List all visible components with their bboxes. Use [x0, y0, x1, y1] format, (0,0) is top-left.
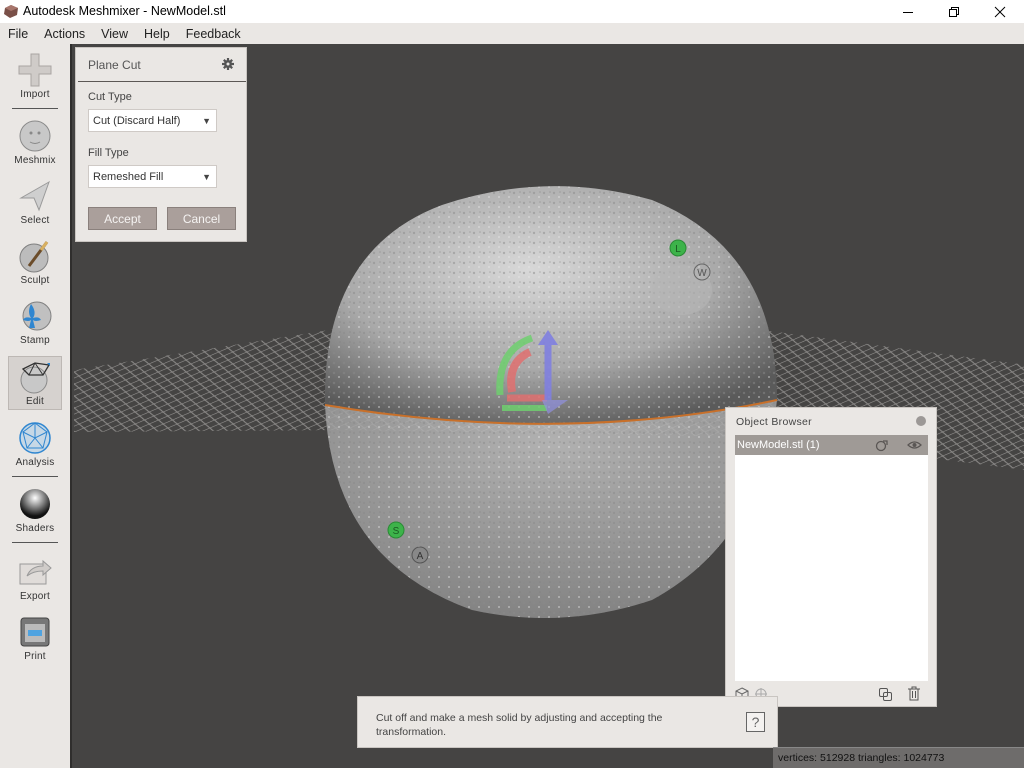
title-bar: Autodesk Meshmixer - NewModel.stl: [0, 0, 1024, 23]
fill-type-label: Fill Type: [88, 147, 129, 159]
svg-text:L: L: [675, 244, 681, 255]
brush-sphere-icon: [19, 241, 49, 273]
accept-button[interactable]: Accept: [88, 207, 157, 230]
menu-actions[interactable]: Actions: [44, 27, 85, 41]
gear-icon[interactable]: [221, 57, 235, 71]
separator: [12, 476, 58, 477]
close-icon[interactable]: [916, 416, 926, 426]
tool-import[interactable]: Import: [8, 50, 62, 104]
export-arrow-icon: [19, 559, 52, 585]
menu-feedback[interactable]: Feedback: [186, 27, 241, 41]
help-tooltip: Cut off and make a mesh solid by adjusti…: [357, 696, 778, 748]
fill-type-dropdown[interactable]: Remeshed Fill ▼: [88, 165, 217, 188]
cut-type-label: Cut Type: [88, 91, 132, 103]
chrome-sphere-icon: [20, 489, 50, 519]
marker-s[interactable]: S: [387, 521, 405, 539]
close-icon: [994, 6, 1006, 17]
dropdown-arrow-icon: ▼: [202, 116, 211, 126]
restore-icon: [949, 6, 959, 17]
lock-unlock-icon[interactable]: [875, 439, 888, 452]
face-sphere-icon: [19, 120, 51, 152]
status-bar: vertices: 512928 triangles: 1024773: [773, 747, 1024, 768]
menu-help[interactable]: Help: [144, 27, 170, 41]
object-browser-panel: Object Browser NewModel.stl (1): [725, 407, 937, 707]
eye-icon[interactable]: [907, 440, 922, 450]
fleur-de-lis-icon: [22, 301, 52, 331]
close-button[interactable]: [977, 0, 1023, 23]
arrow-pointer-icon: [19, 180, 50, 212]
panel-title: Plane Cut: [88, 58, 141, 72]
edit-mesh-icon: [20, 362, 51, 394]
plane-cut-panel: Plane Cut Cut Type Cut (Discard Half) ▼ …: [75, 47, 247, 242]
printer-icon: [20, 617, 50, 647]
tool-edit[interactable]: Edit: [8, 356, 62, 410]
svg-text:S: S: [393, 526, 400, 537]
menu-bar: File Actions View Help Feedback: [0, 23, 1024, 44]
window-title: Autodesk Meshmixer - NewModel.stl: [23, 4, 226, 18]
mesh-stats: vertices: 512928 triangles: 1024773: [778, 752, 945, 764]
help-button[interactable]: ?: [746, 712, 765, 732]
tool-select[interactable]: Select: [8, 176, 62, 230]
divider: [78, 81, 246, 82]
object-list: NewModel.stl (1): [735, 435, 928, 681]
geodesic-sphere-icon: [19, 422, 51, 454]
separator: [12, 542, 58, 543]
cancel-button[interactable]: Cancel: [167, 207, 236, 230]
svg-text:A: A: [417, 551, 424, 562]
svg-text:W: W: [697, 268, 707, 279]
marker-l[interactable]: L: [669, 239, 687, 257]
menu-view[interactable]: View: [101, 27, 128, 41]
help-text: Cut off and make a mesh solid by adjusti…: [376, 712, 663, 738]
trash-icon[interactable]: [907, 686, 921, 701]
plus-icon: [18, 53, 52, 87]
list-item[interactable]: NewModel.stl (1): [735, 435, 928, 455]
restore-button[interactable]: [931, 0, 977, 23]
tool-print[interactable]: Print: [8, 612, 62, 666]
menu-file[interactable]: File: [8, 27, 28, 41]
separator: [12, 108, 58, 109]
tool-shaders[interactable]: Shaders: [8, 484, 62, 538]
tool-export[interactable]: Export: [8, 552, 62, 606]
tool-sculpt[interactable]: Sculpt: [8, 236, 62, 290]
tool-meshmix[interactable]: Meshmix: [8, 116, 62, 170]
meshmixer-logo-icon: [4, 5, 18, 18]
cut-type-dropdown[interactable]: Cut (Discard Half) ▼: [88, 109, 217, 132]
tool-analysis[interactable]: Analysis: [8, 418, 62, 472]
dropdown-arrow-icon: ▼: [202, 172, 211, 182]
object-browser-title: Object Browser: [736, 416, 812, 428]
minimize-icon: [903, 11, 913, 13]
tool-sidebar: Import Meshmix Select Sculpt Stamp Edit …: [0, 44, 70, 768]
minimize-button[interactable]: [885, 0, 931, 23]
marker-a[interactable]: A: [411, 546, 429, 564]
duplicate-icon[interactable]: [878, 687, 893, 702]
tool-stamp[interactable]: Stamp: [8, 296, 62, 350]
